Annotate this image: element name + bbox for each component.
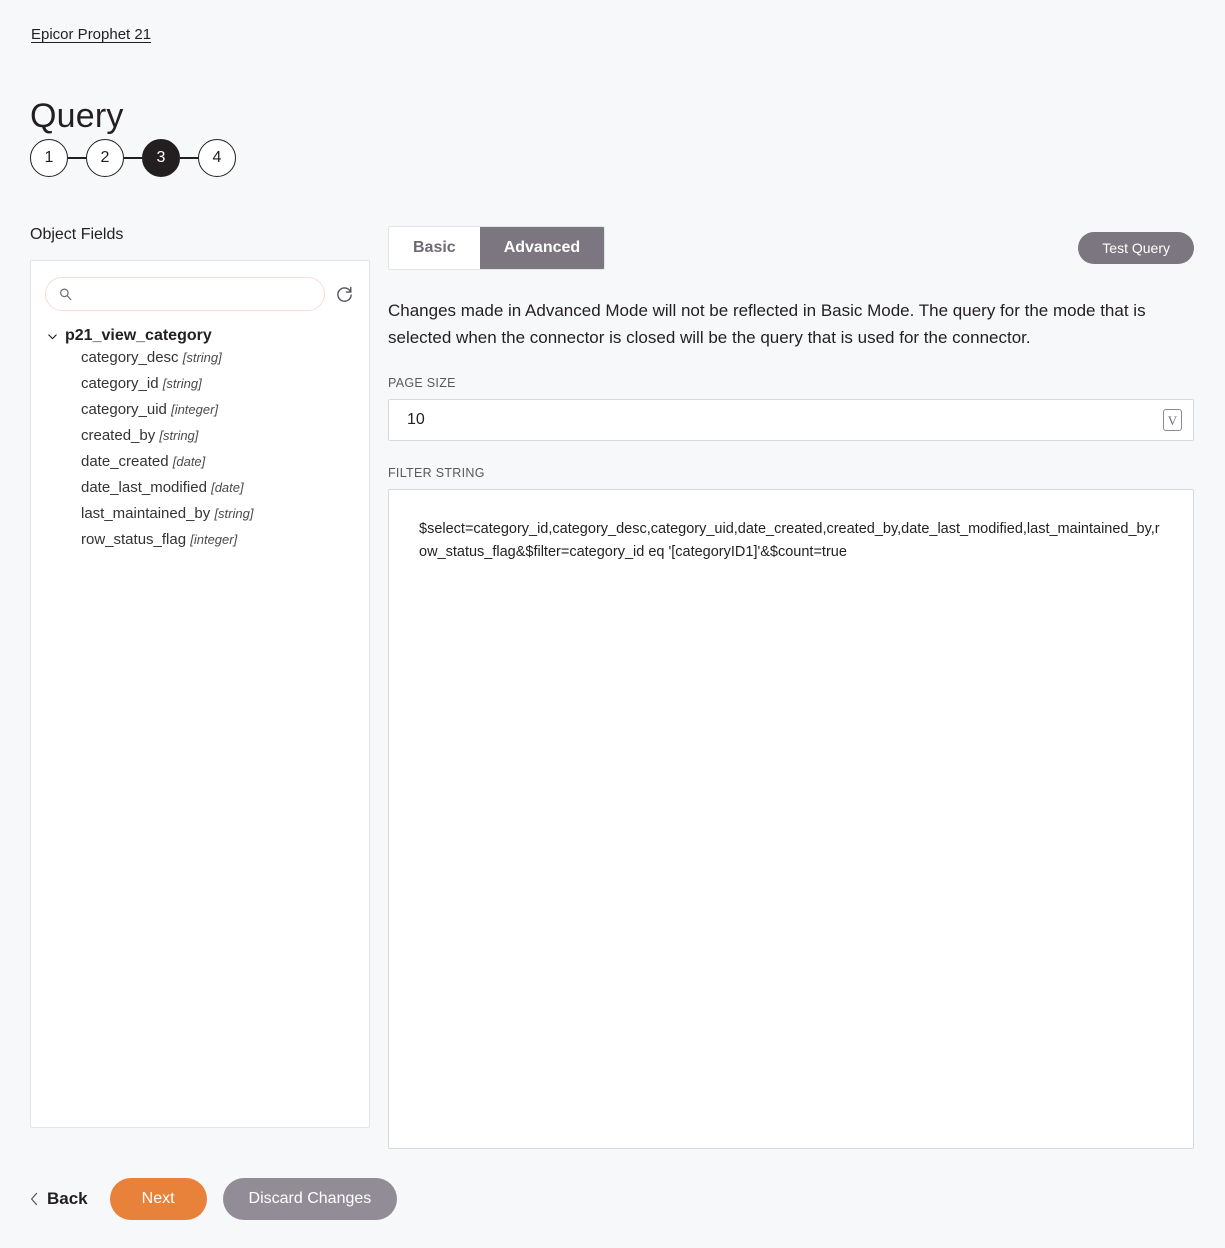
object-fields-tree: p21_view_category category_desc [string]…	[45, 327, 355, 553]
query-page: Epicor Prophet 21 Query 1 2 3 4 Object F…	[0, 0, 1225, 1248]
advanced-mode-notice: Changes made in Advanced Mode will not b…	[388, 301, 1146, 347]
field-name: date_created	[81, 453, 169, 470]
field-item-created-by[interactable]: created_by [string]	[81, 423, 355, 449]
field-type: [string]	[159, 428, 199, 443]
query-mode-row: Basic Advanced Test Query	[388, 226, 1194, 270]
query-editor-column: Basic Advanced Test Query Changes made i…	[388, 226, 1194, 1149]
refresh-icon	[336, 286, 352, 302]
tree-root-p21-view-category[interactable]: p21_view_category	[45, 327, 355, 345]
field-type: [string]	[182, 350, 222, 365]
field-name: category_id	[81, 375, 159, 392]
search-icon	[60, 288, 72, 301]
field-item-last-maintained-by[interactable]: last_maintained_by [string]	[81, 501, 355, 527]
field-name: row_status_flag	[81, 531, 187, 548]
field-name: date_last_modified	[81, 479, 207, 496]
field-item-category-uid[interactable]: category_uid [integer]	[81, 397, 355, 423]
stepper-connector-2	[124, 157, 142, 159]
tree-root-label: p21_view_category	[65, 327, 212, 344]
query-mode-tabs: Basic Advanced	[388, 226, 606, 270]
stepper-step-1[interactable]: 1	[30, 139, 68, 177]
field-type: [string]	[214, 506, 254, 521]
stepper-step-2[interactable]: 2	[86, 139, 124, 177]
stepper-connector-1	[68, 157, 86, 159]
field-item-category-id[interactable]: category_id [string]	[81, 371, 355, 397]
field-type: [date]	[172, 454, 206, 469]
field-name: category_uid	[81, 401, 167, 418]
wizard-footer: Back Next Discard Changes	[30, 1178, 398, 1220]
field-name: category_desc	[81, 349, 179, 366]
page-size-input[interactable]	[405, 410, 1151, 430]
field-type: [string]	[162, 376, 202, 391]
page-size-label: PAGE SIZE	[388, 376, 456, 390]
stepper-connector-3	[180, 157, 198, 159]
stepper-step-3[interactable]: 3	[142, 139, 180, 177]
fields-search-input[interactable]	[80, 278, 324, 310]
stepper-step-4[interactable]: 4	[198, 139, 236, 177]
field-type: [integer]	[171, 402, 219, 417]
page-title: Query	[30, 96, 124, 135]
stepper: 1 2 3 4	[30, 139, 236, 177]
discard-changes-button[interactable]: Discard Changes	[222, 1178, 398, 1220]
tab-basic[interactable]: Basic	[389, 227, 480, 269]
chevron-down-icon	[48, 333, 57, 339]
breadcrumb-epicor-prophet-21[interactable]: Epicor Prophet 21	[31, 26, 151, 43]
field-type: [integer]	[190, 532, 238, 547]
refresh-fields-button[interactable]	[333, 283, 355, 305]
field-item-category-desc[interactable]: category_desc [string]	[81, 345, 355, 371]
tab-advanced[interactable]: Advanced	[479, 227, 605, 269]
object-fields-panel: p21_view_category category_desc [string]…	[30, 260, 370, 1128]
field-item-date-last-modified[interactable]: date_last_modified [date]	[81, 475, 355, 501]
field-item-date-created[interactable]: date_created [date]	[81, 449, 355, 475]
next-button[interactable]: Next	[109, 1178, 207, 1220]
fields-search-row	[45, 277, 355, 311]
fields-search-box[interactable]	[45, 277, 325, 311]
back-button-label: Back	[47, 1189, 88, 1208]
filter-string-input[interactable]: $select=category_id,category_desc,catego…	[388, 489, 1194, 1149]
test-query-button[interactable]: Test Query	[1078, 232, 1194, 264]
field-item-row-status-flag[interactable]: row_status_flag [integer]	[81, 527, 355, 553]
field-type: [date]	[211, 480, 244, 495]
object-fields-column: Object Fields p21_view_category category…	[30, 226, 370, 1128]
insert-variable-button[interactable]: V	[1163, 409, 1182, 431]
field-name: last_maintained_by	[81, 505, 211, 522]
chevron-left-icon	[31, 1192, 38, 1206]
field-name: created_by	[81, 427, 156, 444]
object-fields-label: Object Fields	[30, 226, 124, 243]
filter-string-label: FILTER STRING	[388, 466, 485, 480]
back-button[interactable]: Back	[30, 1189, 94, 1209]
page-size-field[interactable]: V	[388, 399, 1194, 441]
